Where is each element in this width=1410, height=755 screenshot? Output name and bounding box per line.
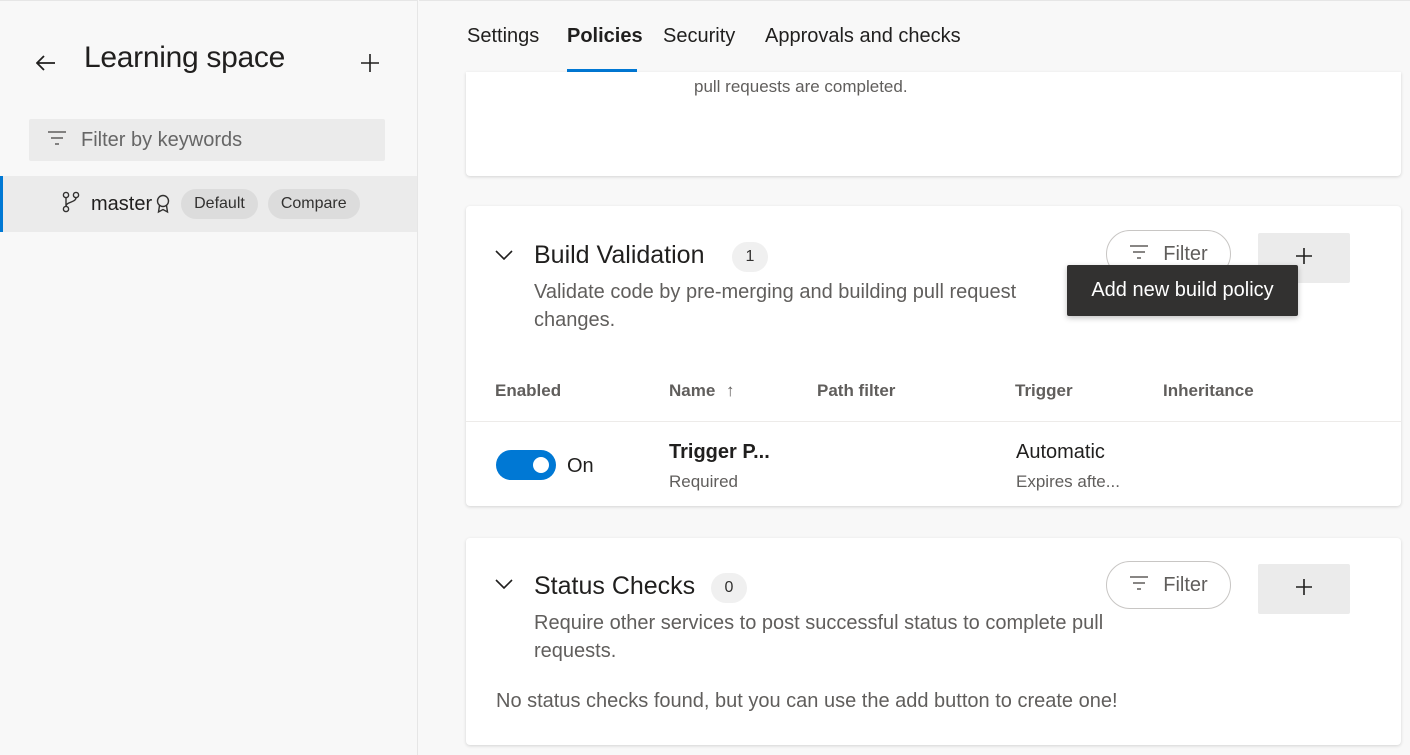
- project-title: Learning space: [84, 41, 285, 74]
- keyword-filter[interactable]: [29, 119, 385, 161]
- sort-ascending-icon: ↑: [726, 381, 735, 400]
- trigger-value: Automatic: [1016, 441, 1105, 463]
- chevron-down-icon[interactable]: [492, 243, 516, 267]
- filter-icon: [47, 130, 67, 151]
- sidebar: Learning space master Default Compare: [0, 0, 418, 755]
- default-badge: Default: [181, 189, 258, 219]
- column-header-name[interactable]: Name ↑: [669, 381, 735, 401]
- add-status-check-button[interactable]: [1258, 564, 1350, 614]
- count-badge: 1: [732, 242, 768, 272]
- branch-name: master: [91, 192, 153, 215]
- section-description: Require other services to post successfu…: [534, 612, 1104, 662]
- column-header-inheritance[interactable]: Inheritance: [1163, 381, 1254, 401]
- column-header-name-label: Name: [669, 381, 716, 400]
- status-checks-section: Status Checks 0 Require other services t…: [466, 538, 1401, 745]
- tab-security[interactable]: Security: [663, 25, 735, 48]
- filter-icon: [1129, 574, 1149, 597]
- plus-icon: [1295, 578, 1313, 601]
- filter-label: Filter: [1163, 573, 1208, 596]
- tab-approvals-and-checks[interactable]: Approvals and checks: [765, 25, 961, 48]
- add-icon[interactable]: [354, 47, 386, 79]
- filter-button[interactable]: Filter: [1106, 561, 1231, 609]
- branch-item-master[interactable]: master Default Compare: [0, 176, 417, 232]
- branch-icon: [61, 191, 81, 218]
- filter-icon: [1129, 243, 1149, 266]
- tab-bar: Settings Policies Security Approvals and…: [419, 0, 1410, 72]
- policy-requirement: Required: [669, 472, 738, 491]
- chevron-down-icon[interactable]: [492, 572, 516, 596]
- ribbon-icon: [155, 194, 171, 214]
- compare-badge[interactable]: Compare: [267, 189, 360, 219]
- partial-description: pull requests are completed.: [694, 77, 908, 96]
- column-header-trigger[interactable]: Trigger: [1015, 381, 1073, 401]
- enabled-toggle[interactable]: [496, 450, 556, 480]
- tab-settings[interactable]: Settings: [467, 25, 539, 48]
- add-build-policy-tooltip: Add new build policy: [1067, 265, 1298, 316]
- filter-input[interactable]: [81, 128, 351, 152]
- back-arrow-icon[interactable]: [30, 47, 62, 79]
- section-description: Validate code by pre-merging and buildin…: [534, 281, 1017, 331]
- trigger-expiry: Expires afte...: [1016, 472, 1120, 491]
- section-title: Status Checks: [534, 572, 696, 600]
- tab-policies[interactable]: Policies: [567, 25, 643, 48]
- section-title: Build Validation: [534, 241, 705, 269]
- toggle-label: On: [567, 455, 594, 477]
- build-validation-section: Build Validation 1 Validate code by pre-…: [466, 206, 1401, 506]
- header-divider: [466, 421, 1401, 422]
- filter-label: Filter: [1163, 242, 1208, 265]
- policy-card-partial: pull requests are completed.: [466, 72, 1401, 176]
- column-header-enabled[interactable]: Enabled: [495, 381, 561, 401]
- count-badge: 0: [711, 573, 747, 603]
- empty-state-message: No status checks found, but you can use …: [496, 690, 1118, 712]
- policy-name[interactable]: Trigger P...: [669, 441, 770, 464]
- column-header-path-filter[interactable]: Path filter: [817, 381, 895, 401]
